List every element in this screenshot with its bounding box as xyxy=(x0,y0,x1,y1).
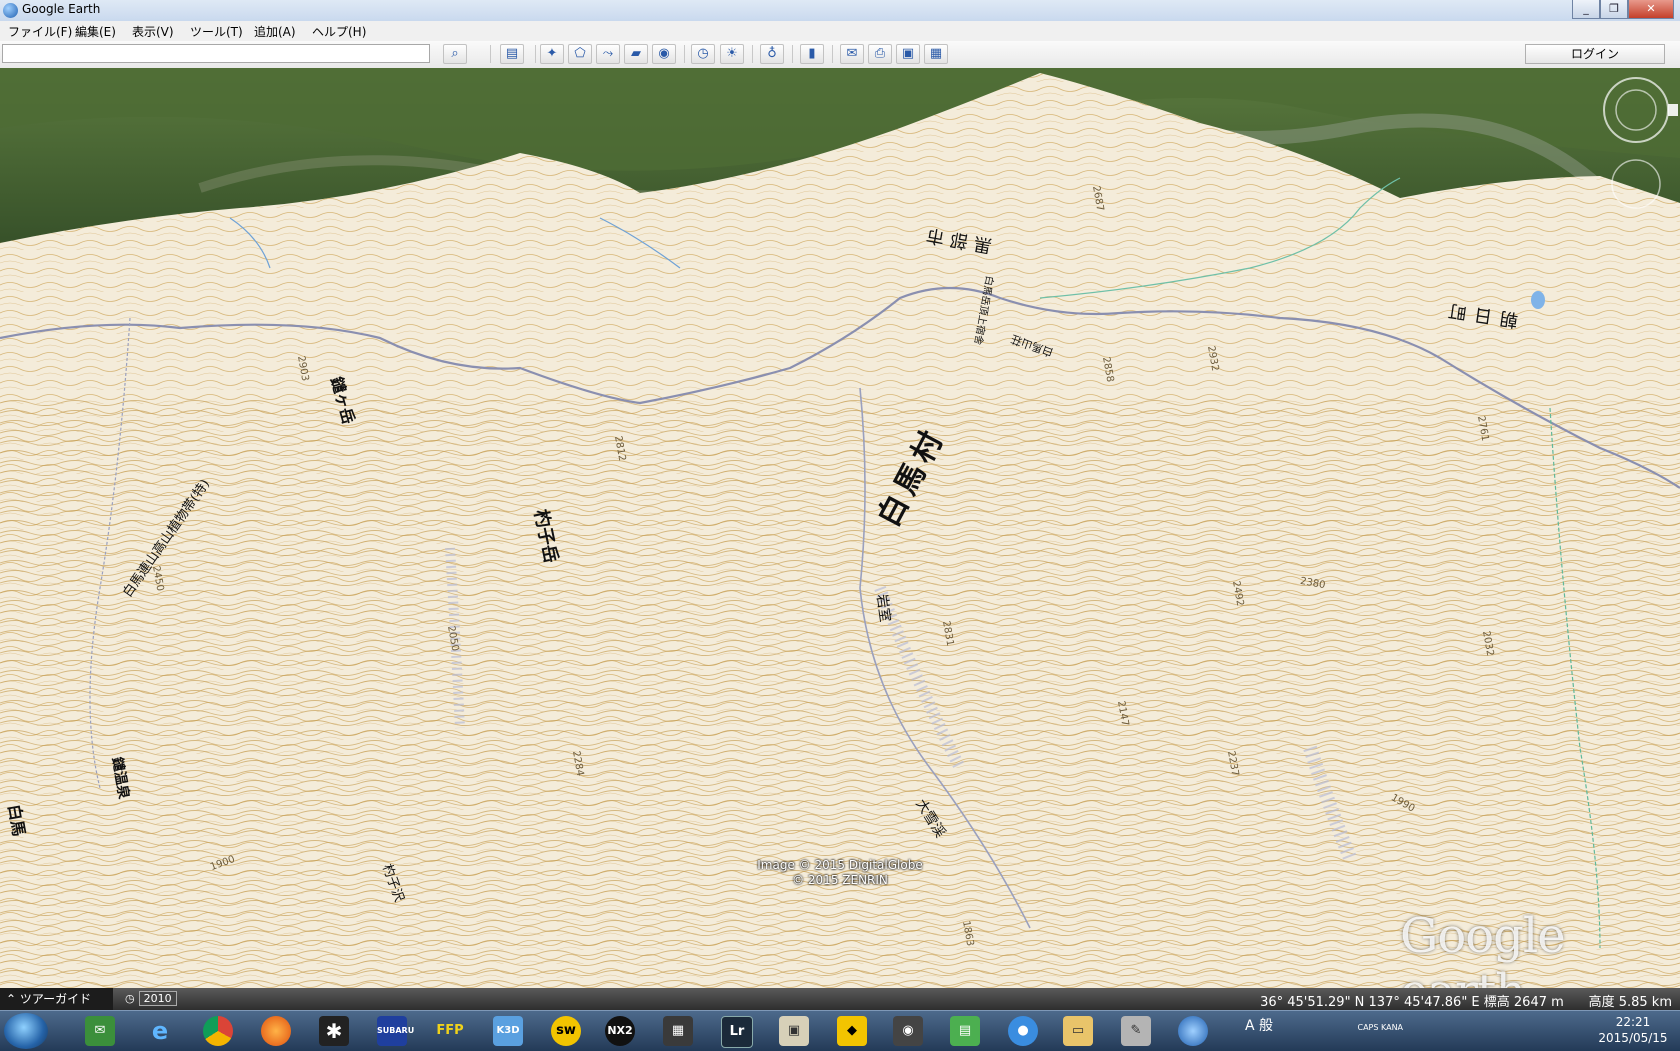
look-joystick[interactable] xyxy=(1603,77,1669,143)
taskbar: ✉ e ✱ SUBARU FFP K3D sw NX2 ▦ Lr ▣ ◆ ◉ ▤… xyxy=(0,1010,1680,1051)
ftp-app[interactable]: FFP xyxy=(435,1016,465,1046)
terrain-layer xyxy=(0,68,1680,988)
coords-text: 36° 45'51.29" N 137° 45'47.86" E 標高 2647… xyxy=(1260,995,1564,1010)
path-icon[interactable]: ⤳ xyxy=(596,44,620,64)
menu-add[interactable]: 追加(A) xyxy=(254,23,296,40)
history-indicator[interactable]: ◷ 2010 xyxy=(125,991,177,1006)
folder-app[interactable]: ▭ xyxy=(1063,1016,1093,1046)
maps-icon[interactable]: ▦ xyxy=(924,44,948,64)
history-year: 2010 xyxy=(138,991,177,1006)
sidebar-icon[interactable]: ▤ xyxy=(500,44,524,64)
polygon-icon[interactable]: ⬠ xyxy=(568,44,592,64)
close-button[interactable]: ✕ xyxy=(1628,0,1674,19)
placemark-icon[interactable]: ✦ xyxy=(540,44,564,64)
balloon-app[interactable]: ● xyxy=(1008,1016,1038,1046)
menu-file[interactable]: ファイル(F) xyxy=(8,23,72,40)
overlay-icon[interactable]: ▰ xyxy=(624,44,648,64)
menu-edit[interactable]: 編集(E) xyxy=(75,23,116,40)
ime-indicator[interactable]: A 般 xyxy=(1245,1018,1273,1034)
ie-app[interactable]: e xyxy=(145,1016,175,1046)
save-image-icon[interactable]: ▣ xyxy=(896,44,920,64)
clock-time: 22:21 xyxy=(1615,1015,1651,1029)
menu-bar: ファイル(F) 編集(E) 表示(V) ツール(T) 追加(A) ヘルプ(H) xyxy=(0,21,1680,42)
tour-guide-label: ツアーガイド xyxy=(19,992,92,1006)
spreadsheet-app[interactable]: ▤ xyxy=(950,1016,980,1046)
map-credit: © 2015 ZENRIN xyxy=(792,873,888,887)
menu-tools[interactable]: ツール(T) xyxy=(190,23,243,40)
tour-record-icon[interactable]: ◉ xyxy=(652,44,676,64)
toolbar: ⌕ ▤ ✦ ⬠ ⤳ ▰ ◉ ◷ ☀ ♁ ▮ ✉ ⎙ ▣ ▦ ログイン xyxy=(0,41,1680,69)
move-joystick[interactable] xyxy=(1611,159,1661,209)
nikon-app[interactable]: ◆ xyxy=(837,1016,867,1046)
start-button[interactable] xyxy=(4,1013,48,1049)
system-tray[interactable]: A 般 CAPS KANA xyxy=(1245,1015,1403,1035)
chrome-app[interactable] xyxy=(203,1016,233,1046)
photos-viewer-app[interactable]: ▣ xyxy=(779,1016,809,1046)
ruler-icon[interactable]: ▮ xyxy=(800,44,824,64)
google-earth-logo: Google earth xyxy=(1400,908,1566,988)
app-asterisk[interactable]: ✱ xyxy=(319,1016,349,1046)
search-input[interactable] xyxy=(2,44,430,63)
coordinates-readout: 36° 45'51.29" N 137° 45'47.86" E 標高 2647… xyxy=(1260,991,1672,1010)
label-iwamuro: 岩室 xyxy=(873,593,893,624)
historical-imagery-icon[interactable]: ◷ xyxy=(691,44,715,64)
imagery-credit: Image © 2015 DigitalGlobe xyxy=(757,858,923,872)
menu-view[interactable]: 表示(V) xyxy=(132,23,174,40)
email-icon[interactable]: ✉ xyxy=(840,44,864,64)
print-icon[interactable]: ⎙ xyxy=(868,44,892,64)
google-earth-app[interactable] xyxy=(1178,1016,1208,1046)
clock[interactable]: 22:21 2015/05/15 xyxy=(1588,1014,1678,1046)
navigation-controls[interactable] xyxy=(1598,76,1678,216)
paint-app[interactable]: ✎ xyxy=(1121,1016,1151,1046)
photo-app[interactable]: ▦ xyxy=(663,1016,693,1046)
minimize-button[interactable]: _ xyxy=(1572,0,1600,19)
sw-app[interactable]: sw xyxy=(551,1016,581,1046)
google-earth-icon xyxy=(3,3,18,18)
sunlight-icon[interactable]: ☀ xyxy=(720,44,744,64)
window-title: Google Earth xyxy=(22,2,101,16)
nx2-app[interactable]: NX2 xyxy=(605,1016,635,1046)
tour-guide-button[interactable]: ⌃ ツアーガイド xyxy=(0,988,113,1010)
maximize-button[interactable]: ❐ xyxy=(1600,0,1628,19)
clock-date: 2015/05/15 xyxy=(1598,1031,1668,1045)
status-bar: ⌃ ツアーガイド ◷ 2010 36° 45'51.29" N 137° 45'4… xyxy=(0,988,1680,1010)
lightroom-app[interactable]: Lr xyxy=(721,1016,753,1048)
map-view[interactable]: 黒部市 朝日町 白馬村 鑓ヶ岳 杓子岳 岩室 白馬山荘 白馬岳頂上宿舎 白馬連山… xyxy=(0,68,1680,988)
eye-app[interactable]: ◉ xyxy=(893,1016,923,1046)
login-button[interactable]: ログイン xyxy=(1525,44,1665,64)
k3d-app[interactable]: K3D xyxy=(493,1016,523,1046)
firefox-app[interactable] xyxy=(261,1016,291,1046)
north-indicator-icon[interactable] xyxy=(1668,104,1678,116)
subaru-app[interactable]: SUBARU xyxy=(377,1016,414,1046)
planets-icon[interactable]: ♁ xyxy=(760,44,784,64)
menu-help[interactable]: ヘルプ(H) xyxy=(312,23,366,40)
caps-indicator: CAPS KANA xyxy=(1357,1023,1404,1032)
title-bar: Google Earth _ ❐ ✕ xyxy=(0,0,1680,22)
explorer-app[interactable]: ✉ xyxy=(85,1016,115,1046)
search-icon[interactable]: ⌕ xyxy=(443,44,467,64)
altitude-text: 高度 5.85 km xyxy=(1588,995,1672,1010)
